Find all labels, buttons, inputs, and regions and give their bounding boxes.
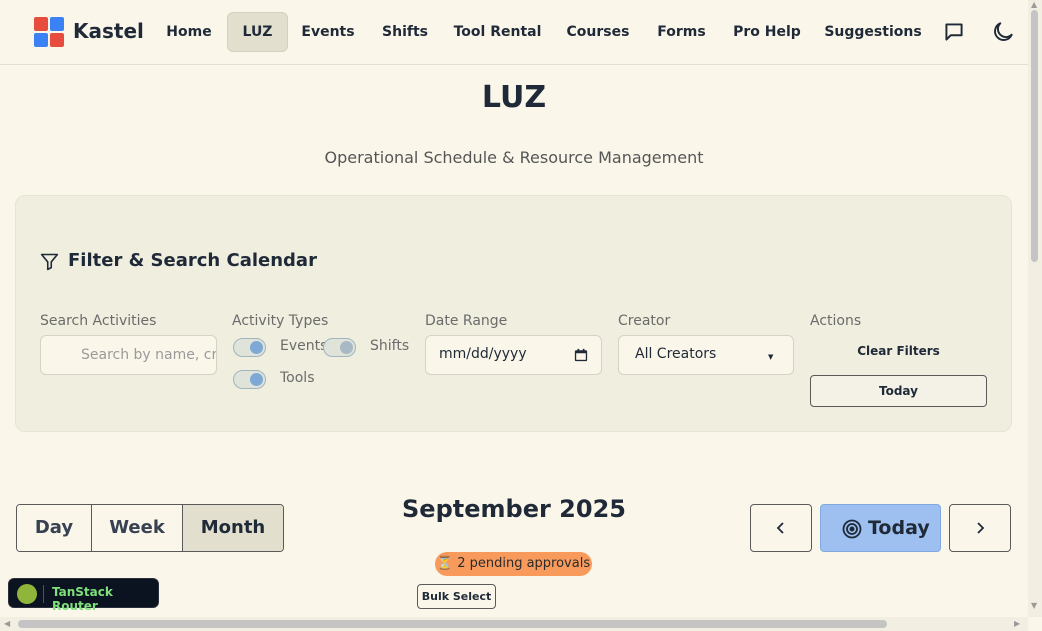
today-button-label: Today bbox=[868, 517, 930, 539]
kastel-logo-icon[interactable] bbox=[34, 17, 64, 47]
scroll-left-arrow-icon[interactable]: ◀ bbox=[4, 619, 10, 628]
today-button[interactable]: Today bbox=[820, 504, 941, 552]
page-title: LUZ bbox=[481, 80, 547, 115]
next-month-button[interactable] bbox=[949, 504, 1011, 552]
message-square-icon[interactable] bbox=[941, 19, 967, 45]
tanstack-router-devtools-button[interactable]: TanStack Router bbox=[8, 578, 159, 613]
toggle-tools[interactable] bbox=[233, 370, 266, 389]
search-label: Search Activities bbox=[40, 313, 157, 329]
nav-courses[interactable]: Courses bbox=[561, 12, 635, 52]
top-nav-bar: Kastel Home LUZ Events Shifts Tool Renta… bbox=[0, 0, 1028, 65]
date-range-value: mm/dd/yyyy bbox=[439, 346, 527, 362]
vertical-scrollbar-thumb[interactable] bbox=[1031, 10, 1038, 262]
creator-select-value: All Creators bbox=[635, 346, 717, 362]
toggle-shifts[interactable] bbox=[323, 338, 356, 357]
chevron-right-icon bbox=[977, 522, 985, 534]
scroll-up-arrow-icon[interactable]: ▲ bbox=[1031, 0, 1037, 9]
activity-types-label: Activity Types bbox=[232, 313, 329, 329]
toggle-events-label: Events bbox=[280, 338, 328, 354]
nav-luz[interactable]: LUZ bbox=[227, 12, 288, 52]
actions-label: Actions bbox=[810, 313, 862, 329]
chevron-left-icon bbox=[776, 522, 784, 534]
nav-pro-help[interactable]: Pro Help bbox=[728, 12, 806, 52]
date-range-label: Date Range bbox=[425, 313, 508, 329]
nav-forms[interactable]: Forms bbox=[650, 12, 713, 52]
horizontal-scrollbar-thumb[interactable] bbox=[18, 620, 887, 628]
nav-tool-rental[interactable]: Tool Rental bbox=[450, 12, 545, 52]
clear-filters-button[interactable]: Clear Filters bbox=[810, 340, 987, 362]
search-input[interactable] bbox=[40, 335, 217, 375]
divider bbox=[43, 585, 44, 603]
scroll-right-arrow-icon[interactable]: ▶ bbox=[1014, 619, 1020, 628]
toggle-tools-label: Tools bbox=[280, 370, 315, 386]
creator-label: Creator bbox=[618, 313, 671, 329]
target-icon bbox=[842, 519, 862, 539]
prev-month-button[interactable] bbox=[750, 504, 812, 552]
nav-events[interactable]: Events bbox=[295, 12, 361, 52]
tanstack-router-label: TanStack Router bbox=[52, 585, 113, 613]
toggle-shifts-label: Shifts bbox=[370, 338, 410, 354]
nav-suggestions[interactable]: Suggestions bbox=[822, 12, 924, 52]
nav-home[interactable]: Home bbox=[158, 12, 220, 52]
toggle-events[interactable] bbox=[233, 338, 266, 357]
scroll-down-arrow-icon[interactable]: ▼ bbox=[1031, 601, 1037, 610]
moon-icon[interactable] bbox=[990, 19, 1016, 45]
pending-approvals-badge[interactable]: ⏳ 2 pending approvals bbox=[435, 552, 592, 576]
filter-today-button[interactable]: Today bbox=[810, 375, 987, 407]
brand-name[interactable]: Kastel bbox=[73, 19, 144, 43]
nav-shifts[interactable]: Shifts bbox=[373, 12, 437, 52]
bulk-select-button[interactable]: Bulk Select bbox=[417, 584, 496, 609]
calendar-icon[interactable] bbox=[574, 348, 588, 362]
page-subtitle: Operational Schedule & Resource Manageme… bbox=[324, 148, 704, 167]
chevron-down-icon: ▼ bbox=[768, 353, 774, 361]
filter-title: Filter & Search Calendar bbox=[68, 250, 317, 271]
tanstack-logo-icon bbox=[17, 584, 37, 604]
filter-icon bbox=[40, 253, 59, 271]
